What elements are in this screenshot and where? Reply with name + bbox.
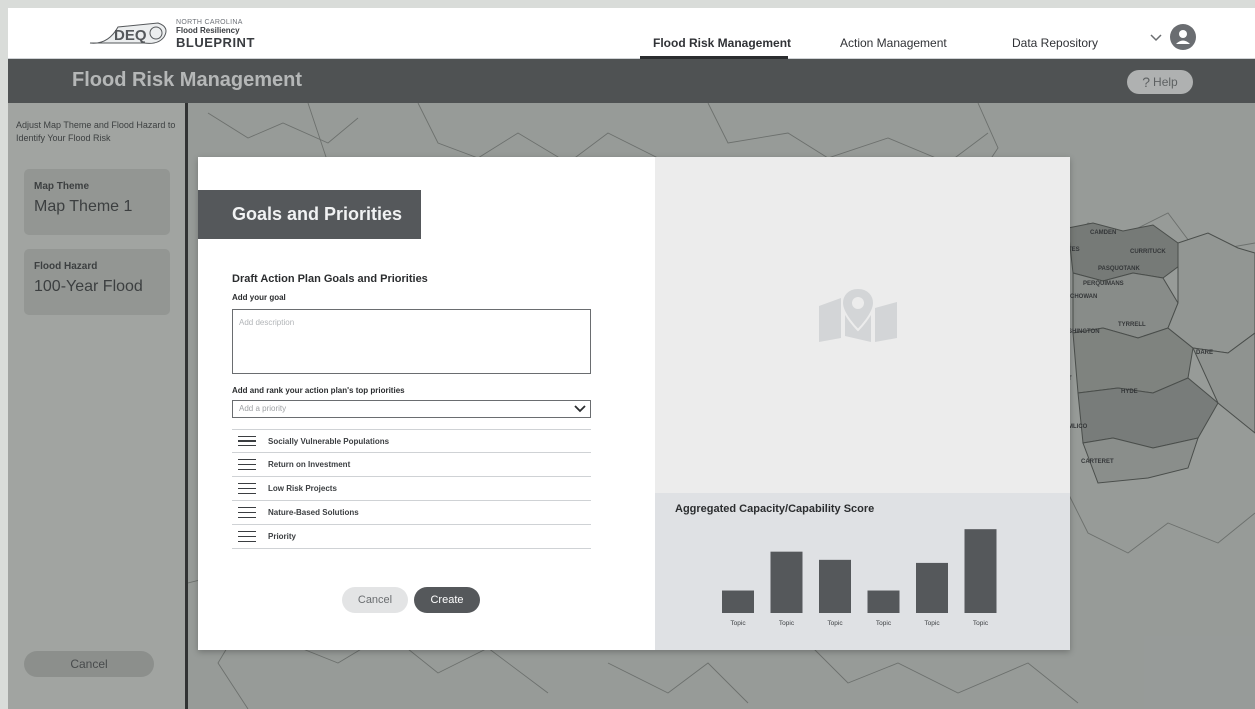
priority-placeholder: Add a priority (239, 404, 287, 413)
modal-title: Goals and Priorities (198, 190, 421, 239)
goal-description-input[interactable]: Add description (232, 309, 591, 374)
user-avatar-icon[interactable] (1170, 24, 1196, 50)
priority-list-item[interactable]: Return on Investment (232, 453, 591, 477)
chevron-down-icon[interactable] (1148, 29, 1164, 45)
logo-badge-text: DEQ (114, 27, 147, 44)
drag-handle-icon[interactable] (238, 459, 256, 470)
logo-line-sub: Flood Resiliency (176, 26, 240, 35)
bar-label-3: Topic (876, 620, 892, 627)
bar-3 (867, 590, 900, 613)
map-pin-icon (819, 288, 897, 342)
bar-0 (722, 590, 754, 613)
nav-tab-flood-risk-management[interactable]: Flood Risk Management (653, 36, 791, 50)
priority-label: Low Risk Projects (268, 484, 337, 493)
priority-list-item[interactable]: Low Risk Projects (232, 477, 591, 501)
priority-dropdown[interactable]: Add a priority (232, 400, 591, 418)
bar-label-5: Topic (973, 620, 989, 627)
cancel-button[interactable]: Cancel (342, 587, 408, 613)
bar-1 (770, 551, 803, 613)
priority-list: Socially Vulnerable Populations Return o… (232, 429, 591, 549)
drag-handle-icon[interactable] (238, 435, 256, 447)
priority-list-item[interactable]: Priority (232, 525, 591, 549)
bar-label-4: Topic (924, 620, 940, 627)
bar-label-1: Topic (779, 620, 795, 627)
priority-label: Nature-Based Solutions (268, 508, 359, 517)
bar-label-0: Topic (730, 620, 746, 627)
logo-text: NORTH CAROLINA Flood Resiliency BLUEPRIN… (176, 19, 255, 49)
bar-label-2: Topic (827, 620, 843, 627)
priorities-field-label: Add and rank your action plan's top prio… (232, 386, 405, 395)
deq-logo-badge: DEQ (88, 19, 170, 49)
drag-handle-icon[interactable] (238, 531, 256, 542)
priority-list-item[interactable]: Nature-Based Solutions (232, 501, 591, 525)
bar-5 (964, 529, 997, 613)
top-navigation-bar: DEQ NORTH CAROLINA Flood Resiliency BLUE… (8, 8, 1255, 59)
drag-handle-icon[interactable] (238, 507, 256, 518)
chevron-down-icon (574, 405, 586, 413)
capacity-score-panel: Aggregated Capacity/Capability Score Top… (655, 493, 1070, 650)
form-section-title: Draft Action Plan Goals and Priorities (232, 273, 428, 285)
nav-tab-data-repository[interactable]: Data Repository (1012, 36, 1098, 50)
priority-label: Socially Vulnerable Populations (268, 436, 390, 446)
nav-tab-action-management[interactable]: Action Management (840, 36, 947, 50)
create-button[interactable]: Create (414, 587, 480, 613)
user-menu[interactable] (1148, 24, 1196, 50)
modal-preview-panel: Aggregated Capacity/Capability Score Top… (655, 157, 1070, 650)
priority-list-item[interactable]: Socially Vulnerable Populations (232, 429, 591, 453)
goals-priorities-modal: Goals and Priorities Draft Action Plan G… (198, 157, 1070, 650)
logo-line-main: BLUEPRINT (176, 35, 255, 50)
logo-line-state: NORTH CAROLINA (176, 19, 243, 26)
drag-handle-icon[interactable] (238, 483, 256, 494)
capacity-bar-chart: Topic Topic Topic Topic Topic Topic (722, 529, 997, 627)
goal-placeholder: Add description (239, 318, 295, 327)
modal-form-panel: Goals and Priorities Draft Action Plan G… (198, 157, 655, 650)
bar-4 (916, 562, 948, 613)
map-preview-placeholder (655, 157, 1070, 493)
bar-2 (819, 559, 851, 613)
logo[interactable]: DEQ NORTH CAROLINA Flood Resiliency BLUE… (88, 16, 255, 52)
priority-label: Return on Investment (268, 460, 351, 469)
goal-field-label: Add your goal (232, 293, 286, 302)
priority-label: Priority (268, 532, 297, 541)
